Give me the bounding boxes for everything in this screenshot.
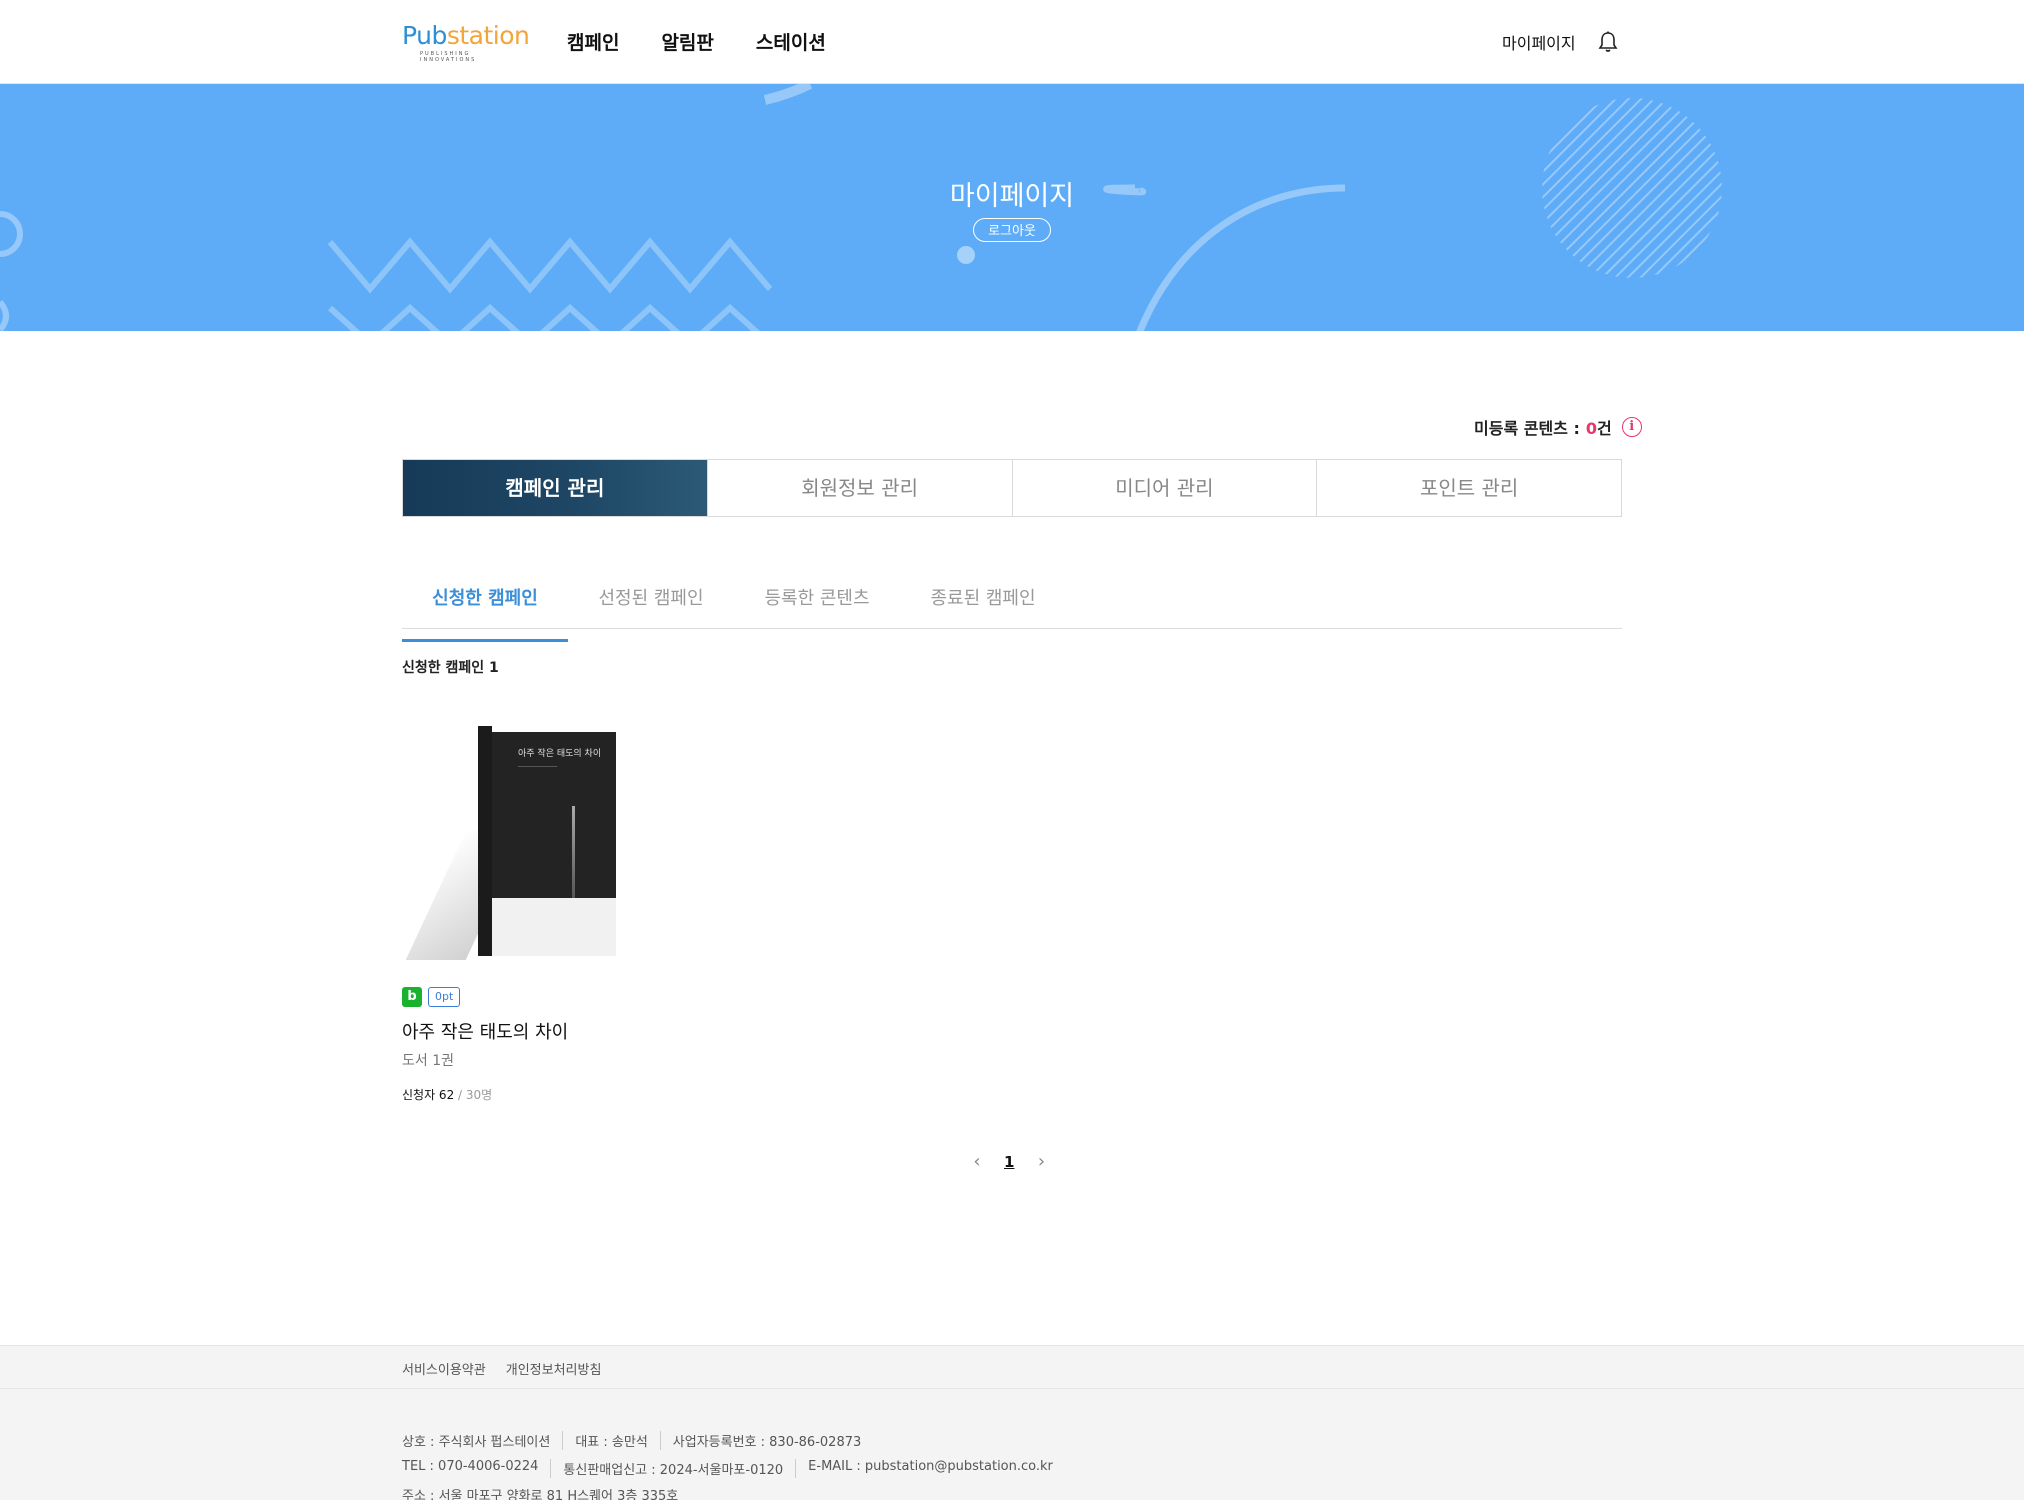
mail-order-number: 통신판매업신고 : 2024-서울마포-0120	[550, 1459, 795, 1478]
applicant-status: 신청자 62 / 30명	[402, 1086, 492, 1103]
info-icon[interactable]: i	[1621, 417, 1642, 437]
terms-of-service-link[interactable]: 서비스이용약관	[402, 1359, 486, 1378]
book-cover-bottom	[492, 898, 616, 956]
book-cover-image[interactable]: 아주 작은 태도의 차이 ─────────────	[405, 710, 632, 960]
points-badge: 0pt	[428, 987, 461, 1007]
subtab-selected-campaigns[interactable]: 선정된 캠페인	[568, 584, 734, 628]
privacy-policy-link[interactable]: 개인정보처리방침	[506, 1359, 602, 1378]
footer-row-2: TEL : 070-4006-0224 통신판매업신고 : 2024-서울마포-…	[402, 1459, 1065, 1478]
book-spine	[478, 726, 492, 956]
business-number: 사업자등록번호 : 830-86-02873	[659, 1431, 873, 1450]
tab-campaign-management[interactable]: 캠페인 관리	[403, 460, 707, 516]
sub-tabs: 신청한 캠페인 선정된 캠페인 등록한 콘텐츠 종료된 캠페인	[402, 584, 1622, 642]
unregistered-label: 미등록 콘텐츠 :	[1474, 419, 1580, 438]
phone-number: TEL : 070-4006-0224	[402, 1459, 539, 1474]
ceo-name: 대표 : 송만석	[562, 1431, 659, 1450]
main-tabs: 캠페인 관리 회원정보 관리 미디어 관리 포인트 관리	[402, 459, 1622, 517]
book-cover-title: 아주 작은 태도의 차이	[518, 749, 602, 759]
tab-member-info-management[interactable]: 회원정보 관리	[706, 460, 1012, 516]
applicant-capacity: / 30명	[454, 1088, 493, 1102]
unregistered-count: 0	[1585, 419, 1597, 438]
campaign-title[interactable]: 아주 작은 태도의 차이	[402, 1018, 568, 1044]
tab-media-management[interactable]: 미디어 관리	[1011, 460, 1317, 516]
nav-noticeboard[interactable]: 알림판	[661, 28, 713, 55]
nav-campaign[interactable]: 캠페인	[567, 28, 619, 55]
pen-illustration	[572, 806, 575, 898]
card-badges: b 0pt	[402, 987, 461, 1007]
logo-tagline: PUBLISHING INNOVATIONS	[420, 51, 477, 63]
page-title: 마이페이지	[949, 181, 1075, 212]
footer-row-1: 상호 : 주식회사 펍스테이션 대표 : 송만석 사업자등록번호 : 830-8…	[402, 1431, 873, 1450]
top-header: Pubstation PUBLISHING INNOVATIONS 캠페인 알림…	[0, 0, 2024, 84]
footer-company-info: 상호 : 주식회사 펍스테이션 대표 : 송만석 사업자등록번호 : 830-8…	[0, 1389, 2024, 1500]
applied-campaign-count: 신청한 캠페인 1	[402, 660, 499, 676]
subtab-applied-campaigns[interactable]: 신청한 캠페인	[402, 584, 568, 642]
next-page-icon[interactable]: ›	[1034, 1150, 1048, 1174]
bell-icon[interactable]	[1596, 30, 1620, 54]
book-cover-line: ─────────────	[518, 764, 558, 770]
unregistered-unit: 건	[1597, 419, 1612, 438]
footer-row-3: 주소 : 서울 마포구 양화로 81 H스퀘어 3층 335호	[402, 1485, 690, 1500]
campaign-card[interactable]: 아주 작은 태도의 차이 ───────────── b 0pt 아주 작은 태…	[402, 700, 652, 1110]
subtab-ended-campaigns[interactable]: 종료된 캠페인	[900, 584, 1066, 628]
company-address: 주소 : 서울 마포구 양화로 81 H스퀘어 3층 335호	[402, 1489, 679, 1500]
tab-point-management[interactable]: 포인트 관리	[1316, 460, 1621, 516]
company-name: 상호 : 주식회사 펍스테이션	[402, 1435, 551, 1450]
nav-station[interactable]: 스테이션	[756, 28, 826, 55]
subtab-registered-contents[interactable]: 등록한 콘텐츠	[734, 584, 900, 628]
header-utility: 마이페이지	[1502, 30, 1620, 54]
applicant-count: 신청자 62	[402, 1088, 455, 1102]
pubstation-logo[interactable]: Pubstation PUBLISHING INNOVATIONS	[402, 21, 530, 64]
logo-text-station: station	[446, 21, 530, 50]
logo-text-pub: Pub	[402, 21, 447, 50]
page-number[interactable]: 1	[1004, 1153, 1014, 1171]
main-nav: 캠페인 알림판 스테이션	[567, 28, 826, 55]
logout-button[interactable]: 로그아웃	[973, 218, 1051, 242]
campaign-reward: 도서 1권	[402, 1053, 454, 1069]
book-front: 아주 작은 태도의 차이 ─────────────	[492, 732, 616, 956]
unregistered-contents: 미등록 콘텐츠 : 0건 i	[1474, 415, 1642, 439]
footer-links: 서비스이용약관 개인정보처리방침	[0, 1345, 2024, 1389]
blog-badge: b	[402, 987, 422, 1007]
pagination: ‹ 1 ›	[970, 1150, 1048, 1174]
prev-page-icon[interactable]: ‹	[970, 1150, 984, 1174]
email-address: E-MAIL : pubstation@pubstation.co.kr	[795, 1459, 1065, 1478]
hero-banner: 마이페이지 로그아웃	[0, 84, 2024, 331]
mypage-link[interactable]: 마이페이지	[1502, 30, 1576, 54]
